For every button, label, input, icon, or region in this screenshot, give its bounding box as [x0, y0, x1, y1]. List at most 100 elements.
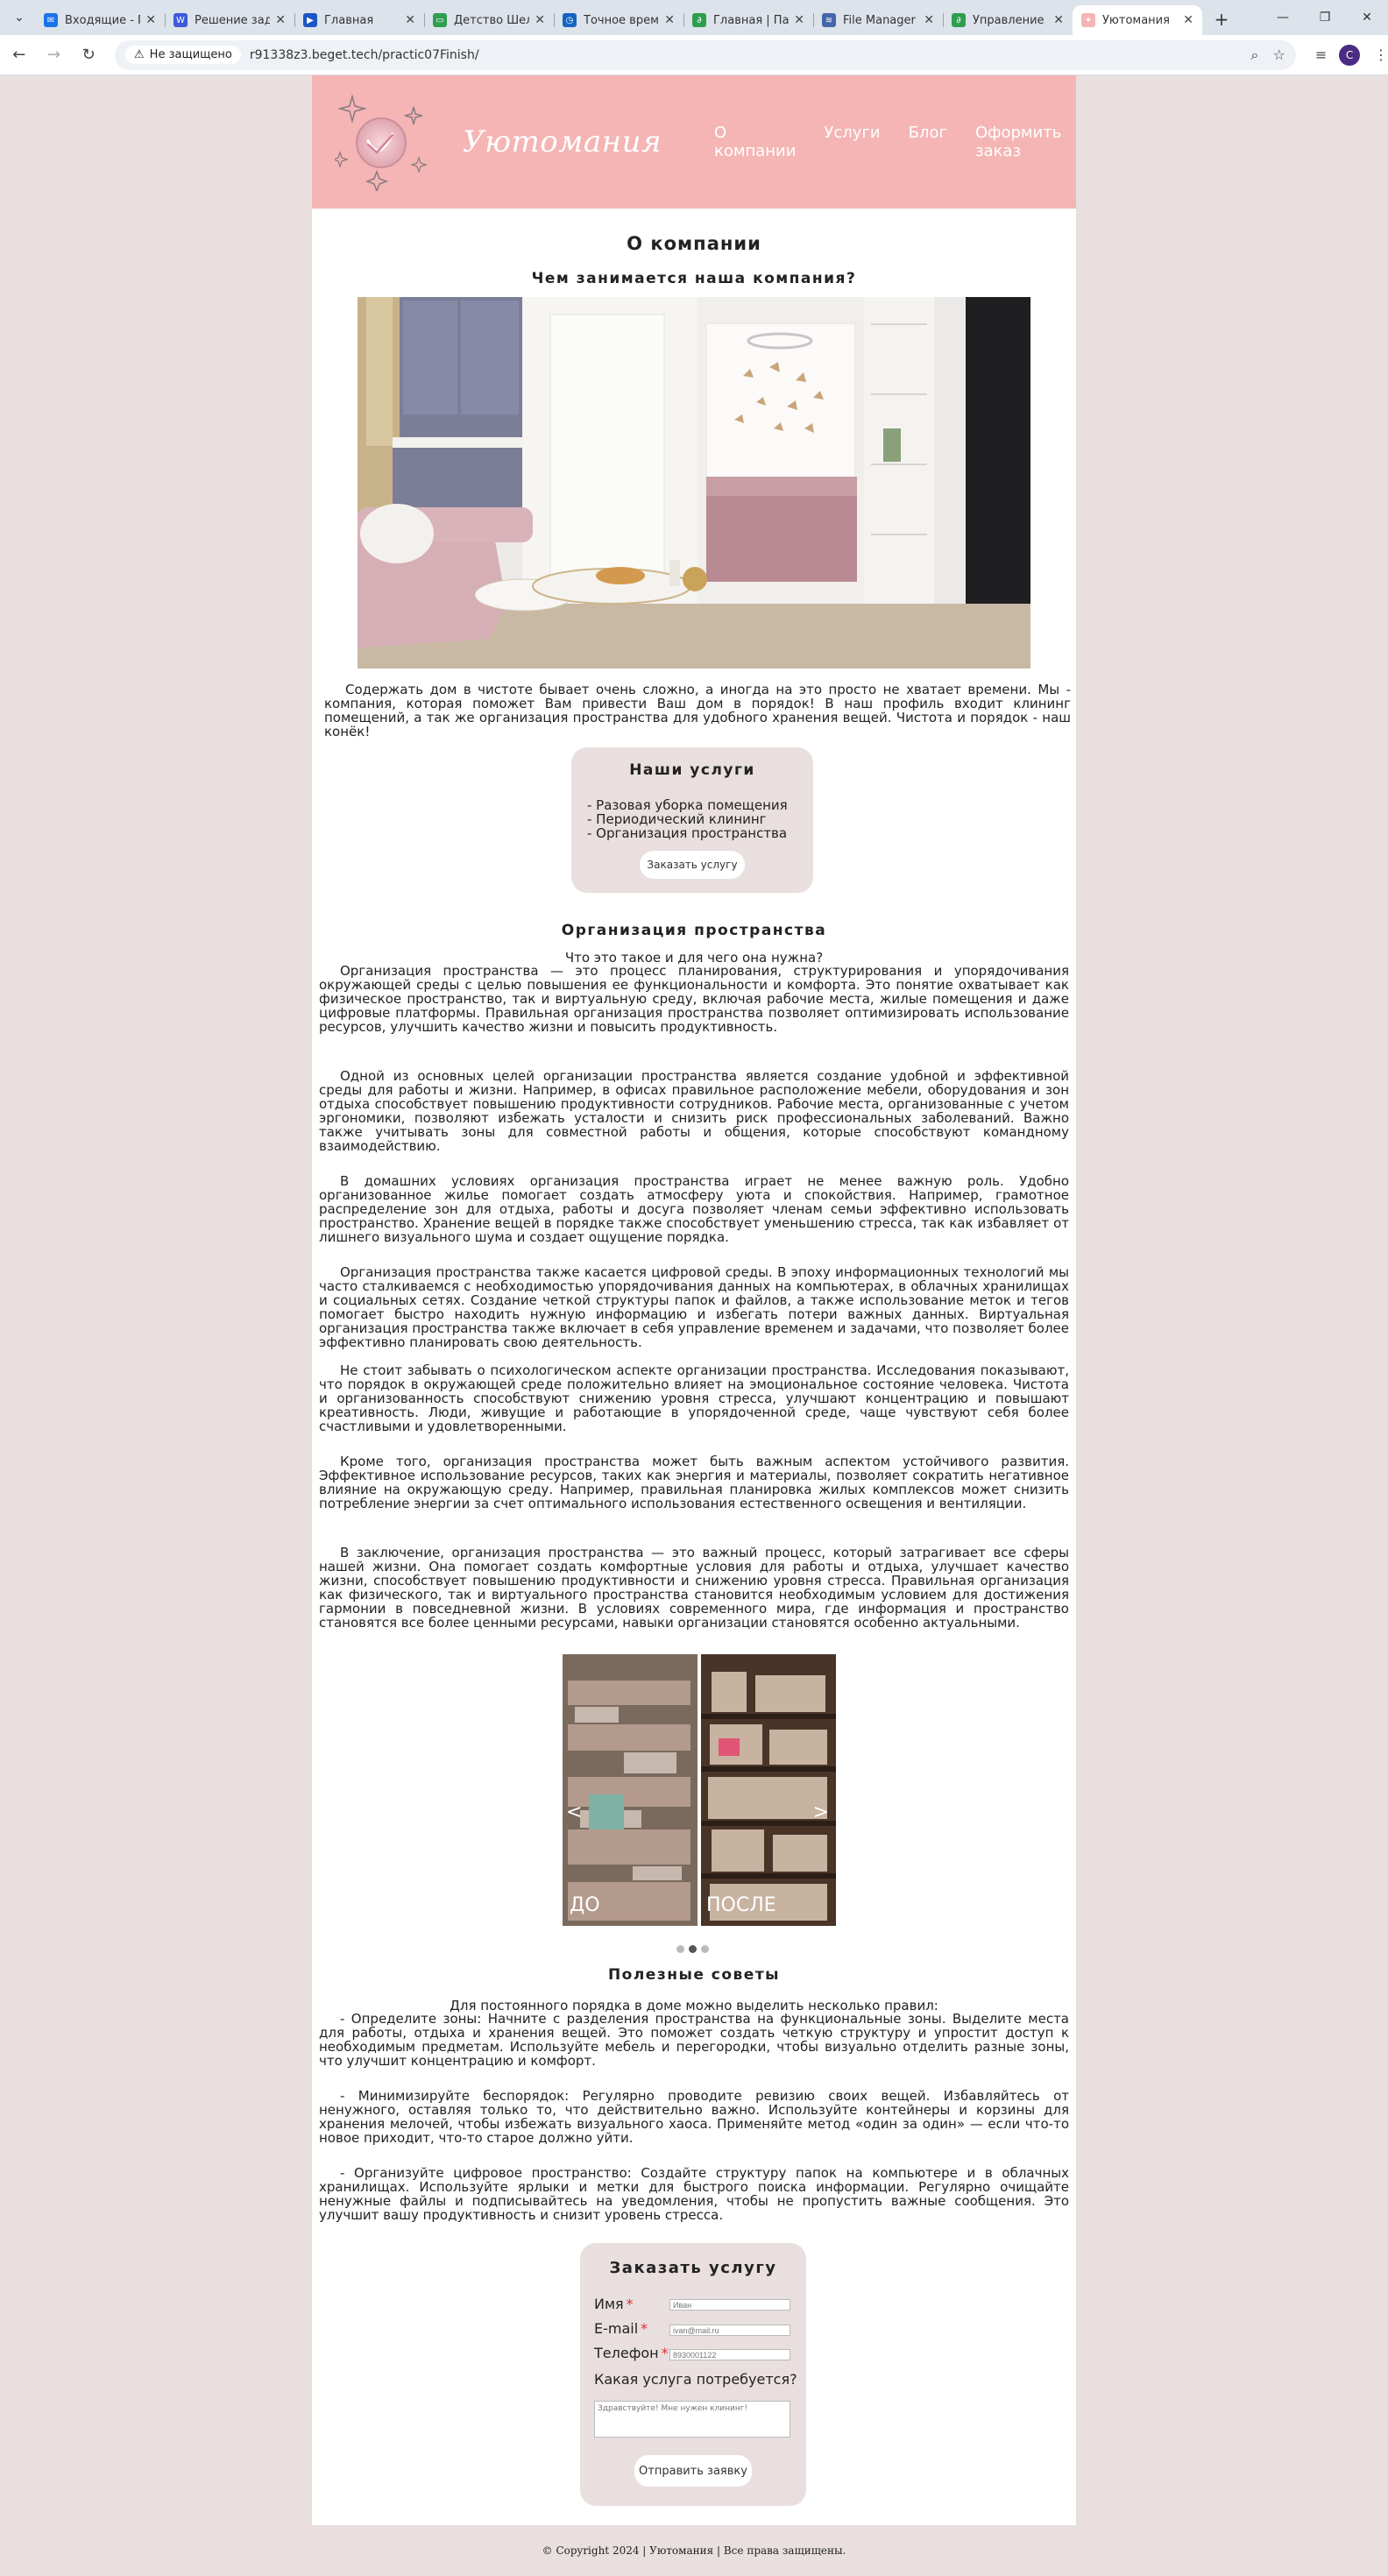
tab-close-icon[interactable]: ✕ [794, 13, 804, 27]
before-after-slider[interactable]: < > ДО ПОСЛЕ [563, 1654, 836, 1926]
order-service-button[interactable]: Заказать услугу [640, 851, 745, 879]
browser-tab[interactable]: ✉ Входящие - П ✕ [35, 5, 165, 35]
tab-close-icon[interactable]: ✕ [405, 13, 415, 27]
browser-tab[interactable]: W Решение зада ✕ [165, 5, 294, 35]
name-field[interactable] [669, 2299, 790, 2311]
intro-text: Содержать дом в чистоте бывает очень сло… [324, 682, 1071, 740]
slider-dots [676, 1945, 709, 1953]
main-nav: О компании Услуги Блог Оформить заказ [714, 124, 1076, 160]
page-title: О компании [627, 233, 761, 254]
order-form: Заказать услугу Имя* E-mail* Телефон* Ка… [580, 2243, 806, 2506]
browser-tab[interactable]: ✦ Уютомания ✕ [1073, 5, 1202, 35]
tab-close-icon[interactable]: ✕ [924, 13, 934, 27]
bookmark-star-icon[interactable]: ☆ [1272, 46, 1285, 63]
site-header: Уютомания О компании Услуги Блог Оформит… [312, 75, 1076, 209]
org-paragraphs: Организация пространства — это процесс п… [319, 964, 1069, 1630]
order-title: Заказать услугу [609, 2259, 777, 2277]
tab-favicon-icon: ∂ [952, 13, 966, 27]
slider-dot[interactable] [701, 1945, 709, 1953]
window-controls: — ❐ ✕ [1262, 0, 1388, 35]
kebab-menu-icon[interactable]: ⋮ [1374, 46, 1388, 63]
tab-title: Управление с [973, 13, 1049, 27]
site-footer: © Copyright 2024 | Уютомания | Все права… [542, 2544, 846, 2557]
restore-icon[interactable]: ❐ [1304, 0, 1346, 35]
email-field[interactable] [669, 2325, 790, 2336]
browser-tab[interactable]: ∂ Управление с ✕ [943, 5, 1073, 35]
tab-title: Детство Шелд [454, 13, 530, 27]
nav-item-blog[interactable]: Блог [909, 124, 947, 160]
tab-title: Точное время [584, 13, 660, 27]
nav-item-order[interactable]: Оформить заказ [975, 124, 1076, 160]
phone-field[interactable] [669, 2349, 790, 2360]
submit-request-button[interactable]: Отправить заявку [634, 2455, 752, 2487]
required-mark: * [661, 2345, 669, 2361]
org-title: Организация пространства [561, 922, 827, 939]
org-paragraph: В заключение, организация пространства —… [319, 1545, 1069, 1631]
tab-title: Главная [324, 13, 374, 27]
security-chip[interactable]: ⚠ Не защищено [125, 46, 241, 64]
browser-tab-strip: ⌄ ✉Входящие - П✕WРешение зада✕▶Главная✕▭… [0, 0, 1388, 35]
tab-favicon-icon: W [174, 13, 188, 27]
warning-icon: ⚠ [134, 48, 145, 61]
tips-list: - Определите зоны: Начните с разделения … [319, 2012, 1069, 2222]
browser-tab[interactable]: ▶ Главная ✕ [294, 5, 424, 35]
security-label: Не защищено [149, 48, 232, 61]
service-question: Какая услуга потребуется? [594, 2371, 797, 2388]
logo-icon[interactable] [331, 93, 428, 194]
page-container: Уютомания О компании Услуги Блог Оформит… [312, 75, 1076, 2525]
slider-dot-active[interactable] [689, 1945, 697, 1953]
before-label: ДО [570, 1894, 600, 1916]
forward-arrow-icon[interactable]: → [39, 39, 70, 71]
tab-title: Решение зада [195, 13, 271, 27]
list-item: - Разовая уборка помещения [587, 797, 788, 813]
tab-favicon-icon: ▭ [433, 13, 447, 27]
phone-label: Телефон [594, 2345, 659, 2361]
brand-name[interactable]: Уютомания [463, 124, 662, 159]
reload-icon[interactable]: ↻ [73, 39, 104, 71]
message-textarea[interactable] [594, 2401, 790, 2438]
tab-close-icon[interactable]: ✕ [535, 13, 545, 27]
slider-next-icon[interactable]: > [813, 1801, 829, 1823]
browser-tab[interactable]: ≋ File Manager ✕ [813, 5, 943, 35]
tab-favicon-icon: ✉ [44, 13, 58, 27]
media-control-icon[interactable]: ≡ [1315, 46, 1327, 63]
list-item: - Минимизируйте беспорядок: Регулярно пр… [319, 2088, 1069, 2146]
tab-close-icon[interactable]: ✕ [664, 13, 675, 27]
name-label: Имя [594, 2296, 624, 2312]
back-arrow-icon[interactable]: ← [4, 39, 35, 71]
services-list: - Разовая уборка помещения - Периодическ… [587, 798, 813, 840]
tab-search-icon[interactable]: ⌄ [7, 5, 32, 30]
tab-title: Входящие - П [65, 13, 141, 27]
org-paragraph: В домашних условиях организация простран… [319, 1173, 1069, 1245]
tab-title: File Manager [843, 13, 916, 27]
list-item: - Определите зоны: Начните с разделения … [319, 2011, 1069, 2069]
nav-item-about[interactable]: О компании [714, 124, 796, 160]
section-subtitle: Чем занимается наша компания? [531, 270, 857, 287]
browser-tab[interactable]: ▭ Детство Шелд ✕ [424, 5, 554, 35]
tab-title: Уютомания [1102, 13, 1170, 27]
nav-item-services[interactable]: Услуги [824, 124, 880, 160]
profile-avatar[interactable]: C [1339, 44, 1360, 66]
tab-favicon-icon: ▶ [303, 13, 317, 27]
url-text[interactable]: r91338z3.beget.tech/practic07Finish/ [250, 48, 1237, 62]
slider-dot[interactable] [676, 1945, 684, 1953]
browser-tab[interactable]: ∂ Главная | Пан ✕ [683, 5, 813, 35]
zoom-icon[interactable]: ⌕ [1251, 46, 1259, 64]
minimize-icon[interactable]: — [1262, 0, 1304, 35]
email-label: E-mail [594, 2320, 639, 2337]
tab-title: Главная | Пан [713, 13, 790, 27]
tab-close-icon[interactable]: ✕ [145, 13, 156, 27]
browser-tab[interactable]: ◷ Точное время ✕ [554, 5, 683, 35]
omnibox[interactable]: ⚠ Не защищено r91338z3.beget.tech/practi… [115, 39, 1296, 70]
slider-prev-icon[interactable]: < [566, 1801, 582, 1823]
org-paragraph: Организация пространства также касается … [319, 1264, 1069, 1350]
tab-close-icon[interactable]: ✕ [275, 13, 286, 27]
tab-close-icon[interactable]: ✕ [1183, 13, 1193, 27]
new-tab-icon[interactable]: + [1209, 7, 1234, 32]
after-label: ПОСЛЕ [706, 1894, 776, 1916]
tab-close-icon[interactable]: ✕ [1053, 13, 1064, 27]
close-window-icon[interactable]: ✕ [1346, 0, 1388, 35]
required-mark: * [626, 2296, 634, 2312]
hero-interior-image [358, 297, 1030, 669]
address-bar-row: ← → ↻ ⚠ Не защищено r91338z3.beget.tech/… [0, 35, 1388, 75]
